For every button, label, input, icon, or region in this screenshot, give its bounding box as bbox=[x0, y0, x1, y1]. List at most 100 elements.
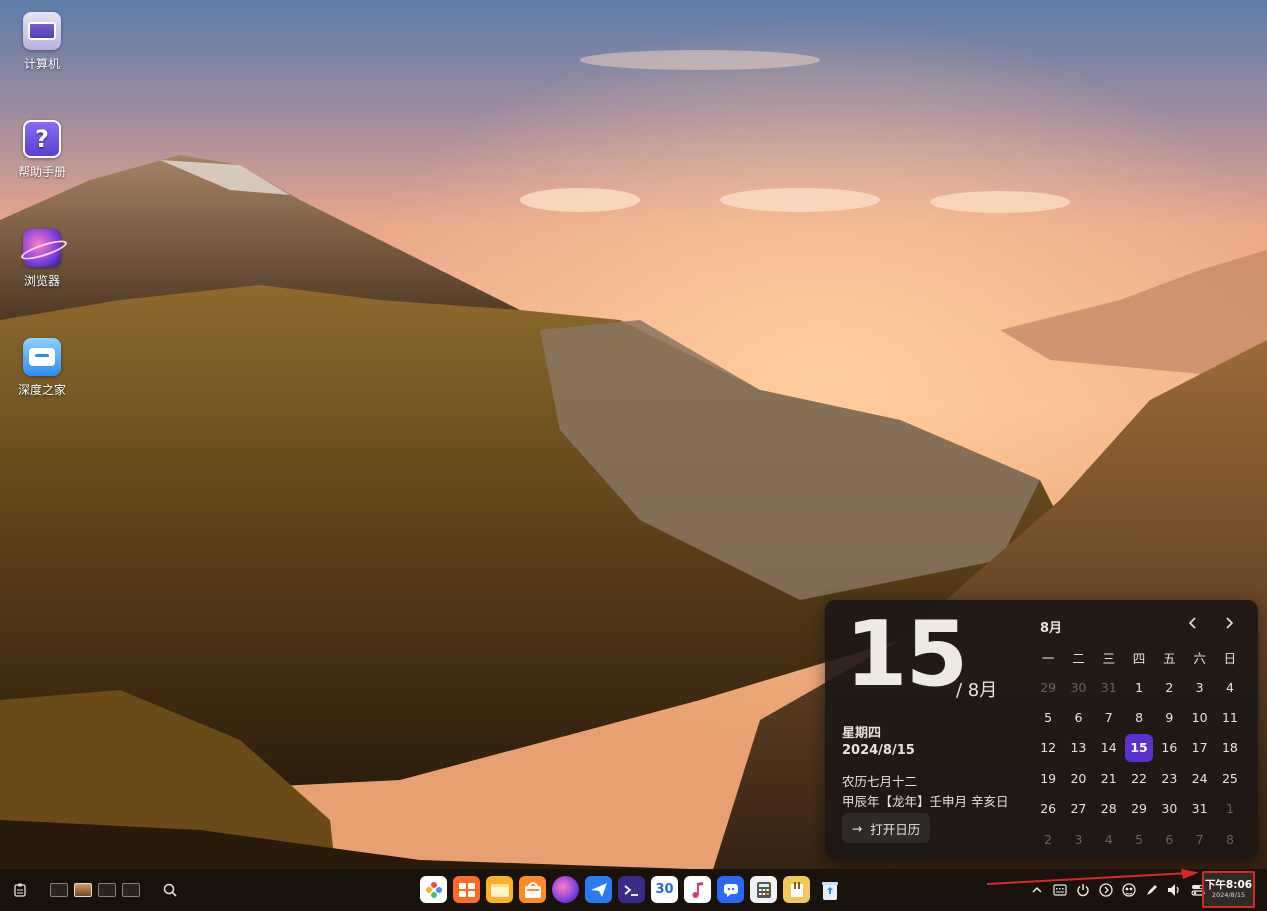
calendar-day[interactable]: 6 bbox=[1063, 702, 1093, 732]
calendar-day-number: 22 bbox=[1131, 770, 1147, 786]
big-day-number: 15 bbox=[845, 602, 968, 707]
calendar-day[interactable]: 12 bbox=[1033, 733, 1063, 763]
calendar-day[interactable]: 1 bbox=[1215, 794, 1245, 824]
arrow-right-icon: → bbox=[851, 820, 863, 836]
calendar-day-number: 8 bbox=[1135, 710, 1144, 726]
calendar-day-number: 3 bbox=[1195, 679, 1204, 695]
calendar-day[interactable]: 11 bbox=[1215, 702, 1245, 732]
calendar-day-number: 4 bbox=[1104, 831, 1113, 847]
desktop-icon-help-manual[interactable]: ? 帮助手册 bbox=[8, 120, 76, 180]
desktop-icon-computer[interactable]: 计算机 bbox=[8, 12, 76, 72]
calendar-day-number: 26 bbox=[1040, 801, 1057, 817]
calendar-day[interactable]: 3 bbox=[1063, 824, 1093, 854]
browser-icon bbox=[23, 229, 61, 267]
calendar-day-number: 25 bbox=[1221, 770, 1238, 786]
next-month-button[interactable] bbox=[1219, 613, 1239, 633]
calendar-day[interactable]: 14 bbox=[1094, 733, 1124, 763]
calculator-icon[interactable] bbox=[750, 876, 777, 903]
calendar-day[interactable]: 30 bbox=[1154, 794, 1184, 824]
calendar-day-number: 1 bbox=[1225, 801, 1234, 817]
calendar-day[interactable]: 21 bbox=[1094, 763, 1124, 793]
mail-icon[interactable] bbox=[585, 876, 612, 903]
launcher-icon[interactable] bbox=[420, 876, 447, 903]
calendar-day-number: 30 bbox=[1161, 801, 1178, 817]
trash-icon[interactable] bbox=[816, 876, 843, 903]
taskbar-clock[interactable]: 下午8:06 2024/8/15 bbox=[1202, 871, 1255, 908]
calendar-day[interactable]: 8 bbox=[1215, 824, 1245, 854]
calendar-day-number: 27 bbox=[1070, 801, 1087, 817]
calendar-day[interactable]: 9 bbox=[1154, 702, 1184, 732]
calendar-day[interactable]: 29 bbox=[1124, 794, 1154, 824]
lunar-date-label: 农历七月十二 bbox=[842, 774, 918, 789]
desktop-icon-label: 计算机 bbox=[23, 57, 60, 71]
calendar-day-number: 12 bbox=[1040, 740, 1057, 756]
prev-month-button[interactable] bbox=[1183, 613, 1203, 633]
calendar-day[interactable]: 4 bbox=[1215, 672, 1245, 702]
calendar-day[interactable]: 20 bbox=[1063, 763, 1093, 793]
workspace-3[interactable] bbox=[98, 883, 116, 897]
desktop-icon-label: 浏览器 bbox=[23, 274, 60, 288]
calendar-day[interactable]: 10 bbox=[1184, 702, 1214, 732]
chat-icon[interactable] bbox=[717, 876, 744, 903]
calendar-day[interactable]: 31 bbox=[1184, 794, 1214, 824]
calendar-day[interactable]: 2 bbox=[1154, 672, 1184, 702]
clock-time: 下午8:06 bbox=[1204, 879, 1253, 892]
music-icon[interactable] bbox=[684, 876, 711, 903]
calendar-day-number: 23 bbox=[1161, 770, 1178, 786]
calendar-day[interactable]: 4 bbox=[1094, 824, 1124, 854]
calendar-app-icon[interactable]: 30 bbox=[651, 876, 678, 903]
calendar-day[interactable]: 7 bbox=[1184, 824, 1214, 854]
search-icon[interactable] bbox=[160, 880, 180, 900]
calendar-day[interactable]: 30 bbox=[1063, 672, 1093, 702]
calendar-day-number: 7 bbox=[1104, 710, 1113, 726]
calendar-day[interactable]: 2 bbox=[1033, 824, 1063, 854]
calendar-day[interactable]: 5 bbox=[1033, 702, 1063, 732]
calendar-day[interactable]: 5 bbox=[1124, 824, 1154, 854]
calendar-day-number: 16 bbox=[1161, 740, 1178, 756]
desktop-icon-deepin-home[interactable]: 深度之家 bbox=[8, 338, 76, 398]
file-manager-icon[interactable] bbox=[486, 876, 513, 903]
calendar-day-number: 3 bbox=[1074, 831, 1083, 847]
calendar-day[interactable]: 27 bbox=[1063, 794, 1093, 824]
calendar-day[interactable]: 22 bbox=[1124, 763, 1154, 793]
weekday-header: 一 bbox=[1041, 650, 1055, 666]
calendar-day[interactable]: 25 bbox=[1215, 763, 1245, 793]
calendar-day-number: 10 bbox=[1191, 710, 1208, 726]
calendar-day-number: 4 bbox=[1225, 679, 1234, 695]
multitask-view-icon[interactable] bbox=[453, 876, 480, 903]
workspace-4[interactable] bbox=[122, 883, 140, 897]
calendar-day[interactable]: 31 bbox=[1094, 672, 1124, 702]
calendar-day[interactable]: 3 bbox=[1184, 672, 1214, 702]
calendar-day[interactable]: 8 bbox=[1124, 702, 1154, 732]
chevron-right-icon bbox=[1226, 617, 1234, 629]
calendar-day[interactable]: 1 bbox=[1124, 672, 1154, 702]
calendar-day[interactable]: 15 bbox=[1124, 733, 1154, 763]
open-calendar-button[interactable]: → 打开日历 bbox=[842, 813, 930, 843]
app-store-icon[interactable] bbox=[519, 876, 546, 903]
calendar-day[interactable]: 7 bbox=[1094, 702, 1124, 732]
calendar-day-number: 20 bbox=[1070, 770, 1087, 786]
workspace-1[interactable] bbox=[50, 883, 68, 897]
terminal-icon[interactable] bbox=[618, 876, 645, 903]
calendar-day[interactable]: 23 bbox=[1154, 763, 1184, 793]
calendar-day[interactable]: 6 bbox=[1154, 824, 1184, 854]
workspace-2[interactable] bbox=[74, 883, 92, 897]
calendar-day[interactable]: 24 bbox=[1184, 763, 1214, 793]
clipboard-icon[interactable] bbox=[10, 880, 30, 900]
calendar-day[interactable]: 28 bbox=[1094, 794, 1124, 824]
calendar-day[interactable]: 18 bbox=[1215, 733, 1245, 763]
calendar-day-number: 5 bbox=[1135, 831, 1144, 847]
calendar-day-number: 31 bbox=[1191, 801, 1208, 817]
text-editor-icon[interactable] bbox=[783, 876, 810, 903]
calendar-day[interactable]: 26 bbox=[1033, 794, 1063, 824]
calendar-month-label: 8月 bbox=[1040, 621, 1063, 636]
calendar-day[interactable]: 13 bbox=[1063, 733, 1093, 763]
clock-date: 2024/8/15 bbox=[1211, 890, 1246, 899]
calendar-day[interactable]: 17 bbox=[1184, 733, 1214, 763]
calendar-day[interactable]: 29 bbox=[1033, 672, 1063, 702]
calendar-day[interactable]: 19 bbox=[1033, 763, 1063, 793]
calendar-day-number: 5 bbox=[1044, 710, 1053, 726]
desktop-icon-browser[interactable]: 浏览器 bbox=[8, 229, 76, 289]
browser-icon[interactable] bbox=[552, 876, 579, 903]
calendar-day[interactable]: 16 bbox=[1154, 733, 1184, 763]
